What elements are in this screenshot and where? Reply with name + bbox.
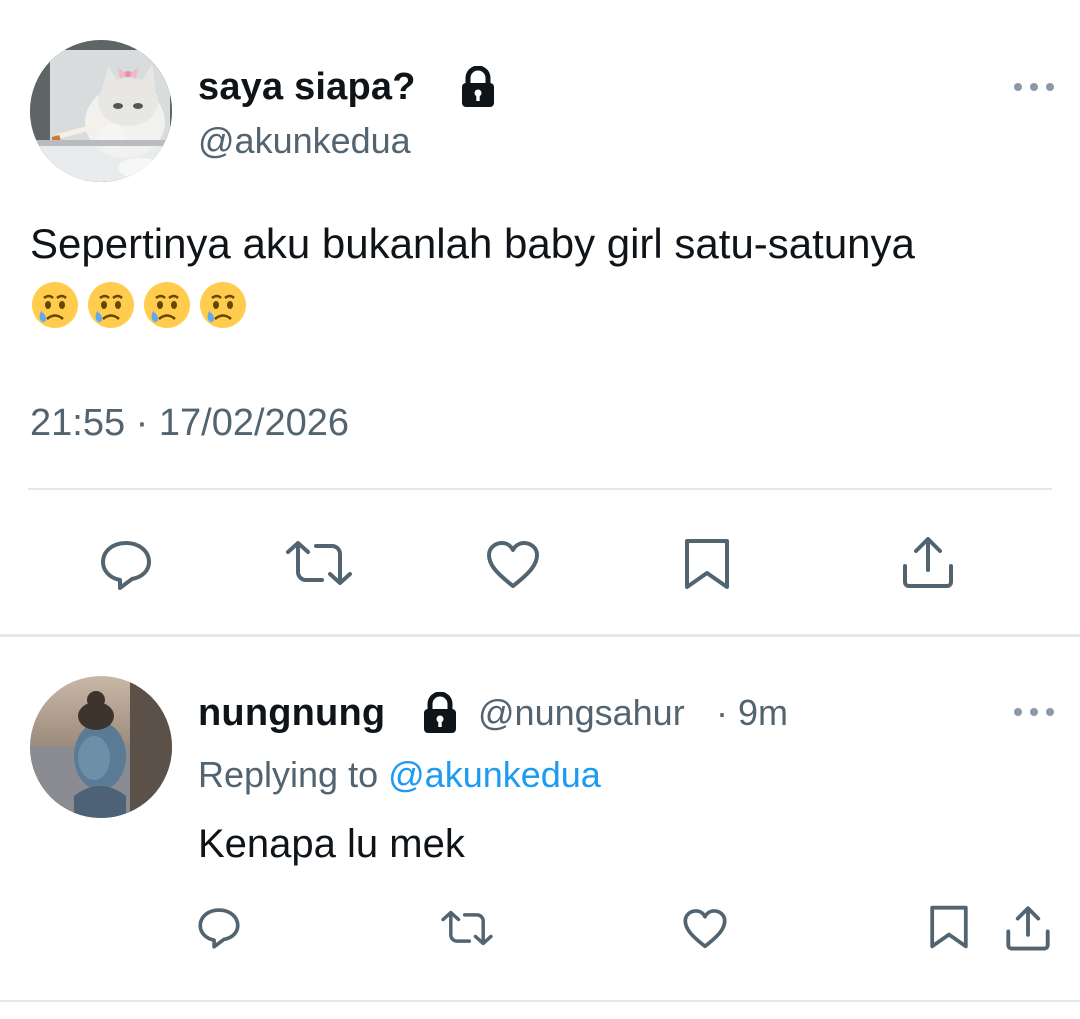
share-icon[interactable] <box>900 534 956 590</box>
tweet-author-handle[interactable]: @akunkedua <box>198 120 411 162</box>
avatar-character-avatar <box>30 676 172 818</box>
reply-author-handle[interactable]: @nungsahur <box>478 692 685 734</box>
replying-to-handle[interactable]: @akunkedua <box>388 754 601 795</box>
share-icon[interactable] <box>1004 904 1052 952</box>
divider <box>28 488 1052 490</box>
divider <box>0 1000 1080 1002</box>
reply-icon[interactable] <box>98 538 154 592</box>
tweet-text: Sepertinya aku bukanlah baby girl satu-s… <box>30 220 915 267</box>
tweet-timestamp[interactable]: 21:55 · 17/02/2026 <box>30 402 349 445</box>
lock-icon <box>458 66 498 108</box>
bookmark-icon[interactable] <box>682 537 732 591</box>
tweet-emojis <box>30 280 248 330</box>
display-name: saya siapa? <box>198 66 416 108</box>
more-horizontal-icon[interactable] <box>1014 81 1054 93</box>
replying-to: Replying to @akunkedua <box>198 754 601 796</box>
tweet-author-avatar[interactable] <box>30 40 172 182</box>
reply-time-ago[interactable]: · 9m <box>716 692 788 734</box>
crying-face-emoji <box>30 280 80 330</box>
replying-to-label: Replying to <box>198 754 379 795</box>
retweet-icon[interactable] <box>284 540 354 586</box>
crying-face-emoji <box>198 280 248 330</box>
section-divider <box>0 634 1080 637</box>
heart-icon[interactable] <box>485 540 541 590</box>
bookmark-icon[interactable] <box>928 904 970 950</box>
more-horizontal-icon[interactable] <box>1014 706 1054 718</box>
reply-author-avatar[interactable] <box>30 676 172 818</box>
lock-icon <box>420 692 460 734</box>
crying-face-emoji <box>86 280 136 330</box>
reply-author-name[interactable]: nungnung <box>198 692 385 735</box>
reply-text: Kenapa lu mek <box>198 822 465 866</box>
retweet-icon[interactable] <box>440 910 494 946</box>
crying-face-emoji <box>142 280 192 330</box>
heart-icon[interactable] <box>682 908 728 950</box>
cat-smoking-avatar <box>30 40 172 182</box>
tweet-author-name[interactable]: saya siapa? <box>198 66 416 109</box>
reply-icon[interactable] <box>196 906 242 950</box>
